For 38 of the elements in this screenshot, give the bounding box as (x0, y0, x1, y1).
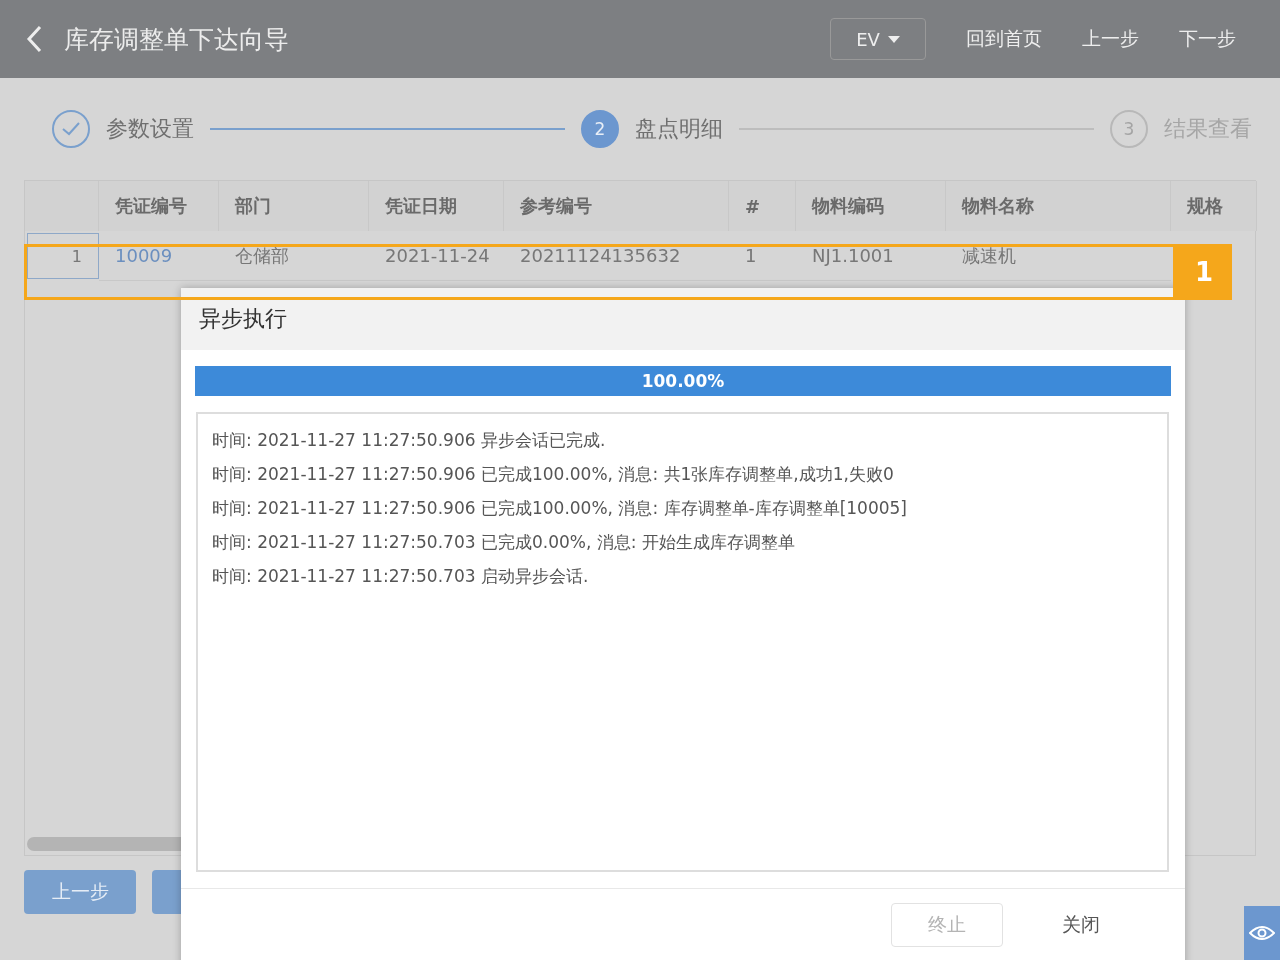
header-button[interactable]: 下一步 (1159, 26, 1256, 52)
eye-button[interactable] (1244, 906, 1280, 960)
column-header: 部门 (219, 181, 369, 231)
table-cell: 20211124135632 (504, 231, 729, 281)
footer-button[interactable]: 上一步 (24, 870, 136, 914)
page-title: 库存调整单下达向导 (64, 23, 290, 56)
header-button[interactable]: 上一步 (1062, 26, 1159, 52)
column-header: 物料编码 (796, 181, 946, 231)
annotation-label: 1 (1176, 244, 1232, 300)
log-line: 时间: 2021-11-27 11:27:50.906 已完成100.00%, 消息: 共1张库存调整单,成功1,失败0 (212, 463, 895, 486)
column-header: 规格 (1171, 181, 1257, 231)
log-line: 时间: 2021-11-27 11:27:50.906 已完成100.00%, 消息: 库存调整单-库存调整单[10005] (212, 497, 908, 520)
check-icon (62, 122, 80, 136)
log-line: 时间: 2021-11-27 11:27:50.703 已完成0.00%, 消息: 开始生成库存调整单 (212, 531, 796, 554)
column-header: 参考编号 (504, 181, 729, 231)
header-button[interactable]: 回到首页 (946, 26, 1062, 52)
eye-icon (1249, 925, 1275, 941)
step-circle: 2 (581, 110, 619, 148)
step-label: 参数设置 (106, 115, 194, 143)
table-cell: 减速机 (946, 231, 1171, 281)
table-cell: NJ1.1001 (796, 231, 946, 281)
log-line: 时间: 2021-11-27 11:27:50.703 启动异步会话. (212, 565, 590, 588)
table-cell: 1 (729, 231, 796, 281)
table-cell: 仓储部 (219, 231, 369, 281)
step-label: 盘点明细 (635, 115, 723, 143)
language-dropdown[interactable]: EV (830, 18, 926, 60)
dialog-title: 异步执行 (181, 288, 1185, 350)
progress-reading: 100.00% (640, 370, 726, 393)
caret-icon (887, 35, 900, 43)
row-number: 1 (27, 233, 99, 279)
table-cell: 2021-11-24 (369, 231, 504, 281)
column-header: 凭证编号 (99, 181, 219, 231)
column-header: 凭证日期 (369, 181, 504, 231)
back-icon[interactable] (26, 25, 42, 53)
log-line: 时间: 2021-11-27 11:27:50.906 异步会话已完成. (212, 429, 607, 452)
column-header: # (729, 181, 796, 231)
document-link[interactable]: 10009 (99, 231, 219, 281)
column-header: 物料名称 (946, 181, 1171, 231)
